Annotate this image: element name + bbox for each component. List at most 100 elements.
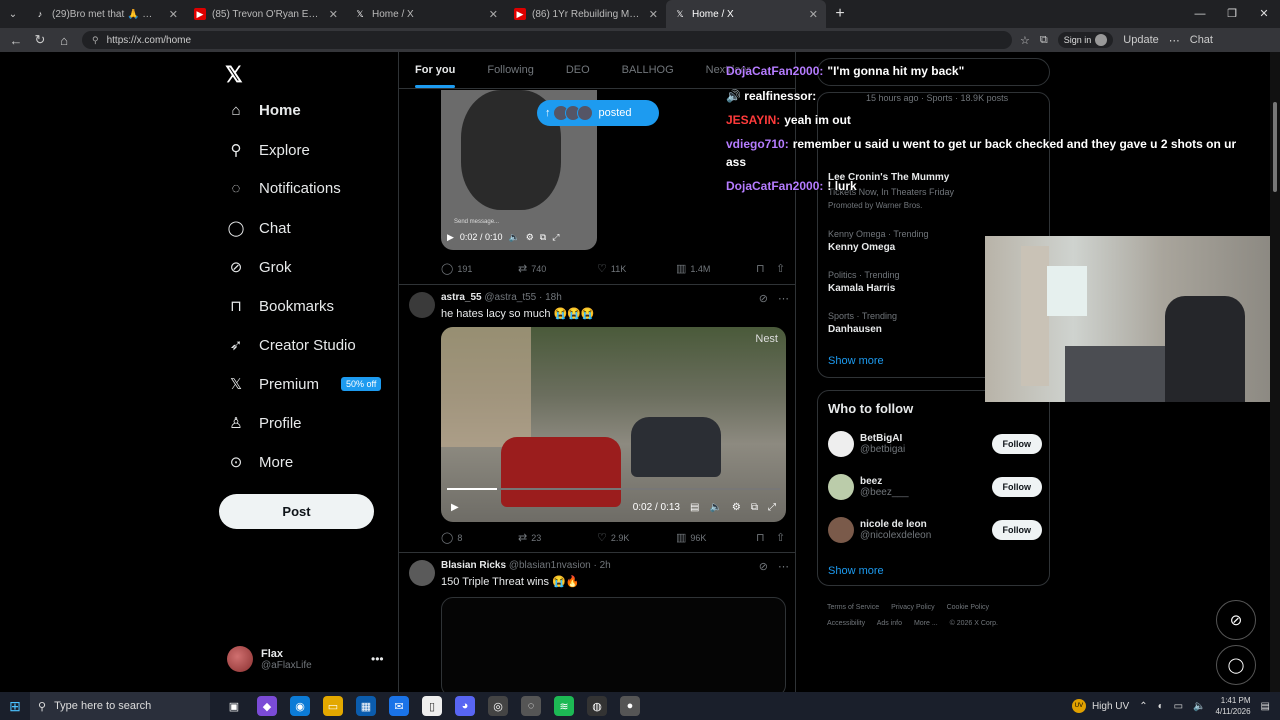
app-icon[interactable]: ◎ [488,696,508,716]
volume-icon[interactable]: 🔈 [709,502,721,513]
follow-suggestion[interactable]: nicole de leon @nicolexdeleon Follow [828,517,1042,543]
follow-button[interactable]: Follow [991,520,1042,540]
grok-fab-button[interactable]: ⊘ [1216,600,1256,640]
repost-button[interactable]: ⇄ 740 [518,262,597,275]
promoted-item[interactable]: Lee Cronin's The Mummy Tickets Now, In T… [828,169,1048,210]
footer-link[interactable]: Privacy Policy [891,604,935,611]
network-icon[interactable]: ▭ [1174,701,1183,712]
more-icon[interactable]: ⋯ [778,560,789,573]
pip-icon[interactable]: ⧉ [751,502,758,513]
tray-app-icon[interactable]: ◐ [1158,701,1164,712]
views-button[interactable]: ▥ 1.4M [676,262,756,275]
like-button[interactable]: ♡ 11K [597,262,676,275]
follow-suggestion[interactable]: BetBigAI @betbigai Follow [828,431,1042,457]
author-handle[interactable]: @astra_t55 [484,292,536,303]
play-icon[interactable]: ▶ [447,232,454,243]
windows-start-icon[interactable]: ⊞ [0,698,30,715]
grok-icon[interactable]: ⊘ [759,292,768,305]
close-icon[interactable]: ✕ [489,8,498,21]
store-icon[interactable]: ▦ [356,696,376,716]
restore-icon[interactable]: ❐ [1216,0,1248,28]
nav-bookmarks[interactable]: ⊓ Bookmarks [227,297,334,316]
weather-widget[interactable]: UV High UV [1071,699,1129,713]
settings-icon[interactable]: ⚙ [526,232,534,243]
close-window-icon[interactable]: ✕ [1248,0,1280,28]
post-time[interactable]: 18h [545,292,562,303]
avatar[interactable] [409,292,435,318]
copilot-icon[interactable]: ◆ [257,696,277,716]
task-view-icon[interactable]: ▣ [224,696,244,716]
obs-icon[interactable]: ◍ [587,696,607,716]
follow-button[interactable]: Follow [991,477,1042,497]
close-icon[interactable]: ✕ [649,8,658,21]
home-icon[interactable]: ⌂ [52,33,76,48]
browser-tab-1[interactable]: ♪ (29)Bro met that 🙏 😂😂😂 #fy ✕ [26,0,186,28]
footer-link[interactable]: Ads info [877,620,902,627]
app-icon[interactable]: ◌ [521,696,541,716]
volume-icon[interactable]: 🔈 [508,232,519,243]
new-tab-button[interactable]: + [826,5,854,23]
file-explorer-icon[interactable]: ▭ [323,696,343,716]
account-switcher[interactable]: Flax @aFlaxLife [227,646,312,672]
signin-button[interactable]: Sign in [1057,32,1114,48]
site-info-icon[interactable]: ⚲ [92,35,99,46]
post-time[interactable]: 2h [600,560,611,571]
browser-tab-2[interactable]: ▶ (85) Trevon O'Ryan Echols - YouTube ✕ [186,0,346,28]
volume-icon[interactable]: 🔈 [1193,701,1205,712]
share-button[interactable]: ⇧ [776,262,785,275]
nav-notifications[interactable]: ◌ Notifications [227,180,341,197]
more-icon[interactable]: ⋯ [1169,34,1180,47]
browser-tab-5[interactable]: 𝕏 Home / X ✕ [666,0,826,28]
more-icon[interactable]: ⋯ [778,292,789,305]
nav-more[interactable]: ⊙ More [227,453,293,472]
footer-link[interactable]: Accessibility [827,620,865,627]
app-icon[interactable]: ● [620,696,640,716]
url-field[interactable]: ⚲ https://x.com/home [82,31,1012,49]
browser-tab-4[interactable]: ▶ (86) 1Yr Rebuilding My Snow Machine ✕ [506,0,666,28]
close-icon[interactable]: ✕ [329,8,338,21]
nav-profile[interactable]: ♙ Profile [227,414,301,433]
footer-link[interactable]: More ... [914,620,938,627]
footer-link[interactable]: Terms of Service [827,604,879,611]
author-name[interactable]: astra_55 [441,292,482,303]
avatar[interactable] [409,560,435,586]
follow-suggestion[interactable]: beez @beez___ Follow [828,474,1042,500]
reply-button[interactable]: ◯ 191 [441,262,518,275]
reply-button[interactable]: ◯ 8 [441,531,518,544]
file-icon[interactable]: ▯ [422,696,442,716]
nav-premium[interactable]: 𝕏 Premium 50% off [227,375,382,393]
scrollbar-thumb[interactable] [1273,102,1277,192]
post-media[interactable] [441,597,786,692]
nav-grok[interactable]: ⊘ Grok [227,258,292,277]
fullscreen-icon[interactable]: ⤢ [768,502,776,513]
tab-following[interactable]: Following [471,64,549,76]
new-posts-pill[interactable]: ↑ posted [537,100,659,126]
nav-chat[interactable]: ◯ Chat [227,219,291,238]
captions-icon[interactable]: ▤ [690,502,699,513]
like-button[interactable]: ♡ 2.9K [597,531,676,544]
spotify-icon[interactable]: ≋ [554,696,574,716]
notification-icon[interactable]: ▤ [1261,701,1270,712]
copilot-chat-button[interactable]: Chat [1190,34,1213,46]
footer-link[interactable]: Cookie Policy [947,604,989,611]
repost-button[interactable]: ⇄ 23 [518,531,597,544]
share-button[interactable]: ⇧ [776,531,785,544]
bookmark-button[interactable]: ⊓ [756,262,776,275]
follow-button[interactable]: Follow [991,434,1042,454]
tab-search-icon[interactable]: ⌄ [0,0,26,28]
messages-fab-button[interactable]: ◯ [1216,645,1256,685]
nav-home[interactable]: ⌂ Home [227,102,300,119]
views-button[interactable]: ▥ 96K [676,531,756,544]
tab-deo[interactable]: DEO [550,64,606,76]
minimize-icon[interactable]: — [1184,0,1216,28]
favorite-icon[interactable]: ☆ [1020,34,1030,47]
grok-icon[interactable]: ⊘ [759,560,768,573]
author-name[interactable]: Blasian Ricks [441,560,506,571]
clock[interactable]: 1:41 PM 4/11/2026 [1216,695,1251,717]
update-button[interactable]: Update [1123,34,1158,46]
refresh-icon[interactable]: ↻ [28,32,52,48]
x-logo-icon[interactable]: 𝕏 [225,62,243,88]
close-icon[interactable]: ✕ [169,8,178,21]
account-more-icon[interactable]: ••• [371,652,384,666]
nav-explore[interactable]: ⚲ Explore [227,141,310,160]
